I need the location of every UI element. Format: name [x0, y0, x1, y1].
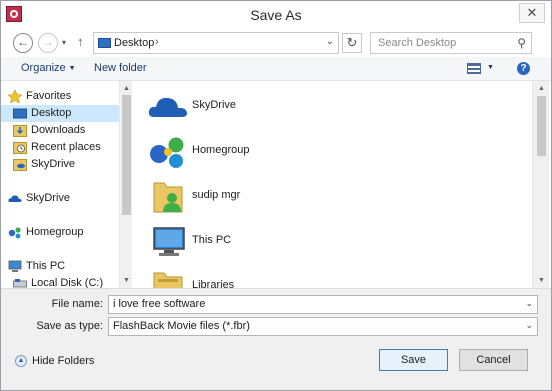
file-item-skydrive[interactable]: SkyDrive — [132, 87, 512, 127]
desktop-icon — [13, 108, 27, 119]
file-name-label: File name: — [51, 298, 103, 310]
homegroup-icon — [8, 227, 21, 239]
title-bar: Save As ✕ — [1, 1, 551, 29]
file-item-sudip-mgr[interactable]: sudip mgr — [132, 177, 512, 217]
address-history-chevron[interactable]: ⌄ — [326, 36, 334, 47]
nav-skydrive-label: SkyDrive — [26, 192, 71, 204]
address-segment-desktop[interactable]: Desktop — [114, 37, 154, 49]
up-button[interactable]: ↑ — [77, 34, 84, 49]
scrollbar-thumb[interactable] — [537, 96, 546, 156]
nav-downloads-label: Downloads — [31, 124, 86, 136]
scroll-up-arrow-icon[interactable]: ▲ — [535, 82, 548, 95]
collapse-icon: ▲ — [15, 355, 27, 368]
file-item-libraries[interactable]: Libraries — [132, 267, 512, 288]
forward-button[interactable]: → — [38, 33, 58, 53]
scroll-down-arrow-icon[interactable]: ▼ — [535, 274, 548, 287]
local-disk-icon — [13, 279, 27, 288]
file-name-value[interactable]: i love free software — [113, 298, 205, 310]
search-box[interactable]: Search Desktop ⚲ — [370, 32, 532, 54]
downloads-folder-icon — [13, 125, 27, 137]
back-button[interactable]: ← — [13, 33, 33, 53]
browser-area: Favorites Desktop Downloads Recent place… — [1, 81, 551, 288]
window-title: Save As — [250, 7, 302, 23]
nav-homegroup[interactable]: Homegroup — [1, 224, 119, 241]
save-as-type-value[interactable]: FlashBack Movie files (*.fbr) — [113, 320, 250, 332]
navigation-bar: ← → ▾ ↑ Desktop › ⌄ ↻ Search Desktop ⚲ — [1, 29, 551, 57]
address-separator[interactable]: › — [155, 36, 159, 48]
save-button[interactable]: Save — [379, 349, 448, 371]
recent-locations-dropdown[interactable]: ▾ — [62, 38, 66, 47]
nav-skydrive[interactable]: SkyDrive — [1, 190, 119, 207]
file-item-label: This PC — [192, 234, 232, 246]
new-folder-button[interactable]: New folder — [94, 62, 147, 74]
nav-this-pc-label: This PC — [26, 260, 66, 272]
nav-recent-places-label: Recent places — [31, 141, 101, 153]
search-placeholder[interactable]: Search Desktop — [378, 37, 456, 49]
skydrive-cloud-icon — [8, 195, 22, 202]
homegroup-icon — [150, 137, 184, 168]
file-item-label: SkyDrive — [192, 99, 237, 111]
change-view-icon[interactable] — [467, 63, 481, 74]
this-pc-icon — [8, 260, 22, 272]
nav-favorites-label: Favorites — [26, 90, 72, 102]
nav-local-disk[interactable]: Local Disk (C:) — [1, 275, 119, 288]
skydrive-folder-icon — [13, 159, 27, 171]
file-item-this-pc[interactable]: This PC — [132, 222, 512, 262]
dialog-footer: ▲ Hide Folders Save Cancel — [1, 344, 551, 390]
skydrive-cloud-icon — [148, 97, 187, 117]
chevron-down-icon[interactable]: ⌄ — [525, 320, 533, 331]
star-icon — [8, 90, 22, 103]
nav-this-pc[interactable]: This PC — [1, 258, 119, 275]
nav-skydrive-favorite[interactable]: SkyDrive — [1, 156, 119, 173]
save-as-type-select[interactable]: FlashBack Movie files (*.fbr) ⌄ — [108, 317, 538, 336]
nav-homegroup-label: Homegroup — [26, 226, 84, 238]
refresh-button[interactable]: ↻ — [342, 33, 362, 53]
chevron-down-icon[interactable]: ⌄ — [525, 298, 533, 309]
nav-downloads[interactable]: Downloads — [1, 122, 119, 139]
view-options-chevron-icon[interactable]: ▼ — [487, 64, 494, 71]
command-toolbar: Organize ▼ New folder ▼ ? — [1, 57, 551, 81]
save-as-dialog: Save As ✕ ← → ▾ ↑ Desktop › ⌄ ↻ Search D… — [0, 0, 552, 391]
libraries-folder-icon — [153, 272, 183, 288]
nav-local-disk-label: Local Disk (C:) — [31, 277, 104, 288]
file-item-label: Libraries — [192, 279, 235, 288]
nav-recent-places[interactable]: Recent places — [1, 139, 119, 156]
file-list-scrollbar[interactable]: ▲ ▼ — [532, 81, 549, 288]
address-bar[interactable]: Desktop › ⌄ — [93, 32, 339, 54]
navigation-pane-scrollbar[interactable]: ▲ ▼ — [119, 81, 132, 288]
organize-label: Organize — [21, 62, 66, 74]
chevron-down-icon: ▼ — [68, 64, 76, 72]
save-as-type-label: Save as type: — [36, 320, 103, 332]
nav-desktop-label: Desktop — [31, 107, 72, 119]
file-name-field[interactable]: i love free software ⌄ — [108, 295, 538, 314]
desktop-icon — [98, 38, 111, 48]
organize-button[interactable]: Organize ▼ — [21, 62, 76, 74]
file-item-homegroup[interactable]: Homegroup — [132, 132, 512, 172]
nav-desktop[interactable]: Desktop — [1, 105, 119, 122]
this-pc-icon — [153, 227, 185, 256]
file-item-label: sudip mgr — [192, 189, 241, 201]
file-list: SkyDrive Homegroup sudip mgr This PC Lib… — [132, 81, 532, 288]
scrollbar-thumb[interactable] — [122, 95, 131, 215]
help-icon[interactable]: ? — [517, 62, 530, 75]
recent-places-icon — [13, 142, 27, 154]
navigation-pane: Favorites Desktop Downloads Recent place… — [1, 81, 119, 288]
hide-folders-button[interactable]: ▲ Hide Folders — [15, 355, 95, 368]
save-form: File name: i love free software ⌄ Save a… — [1, 288, 551, 344]
nav-favorites[interactable]: Favorites — [1, 88, 119, 105]
search-icon[interactable]: ⚲ — [517, 36, 526, 50]
hide-folders-label: Hide Folders — [32, 355, 95, 367]
close-button[interactable]: ✕ — [519, 3, 545, 23]
file-item-label: Homegroup — [192, 144, 250, 156]
nav-skydrive-favorite-label: SkyDrive — [31, 158, 76, 170]
user-folder-icon — [153, 182, 183, 213]
cancel-button[interactable]: Cancel — [459, 349, 528, 371]
